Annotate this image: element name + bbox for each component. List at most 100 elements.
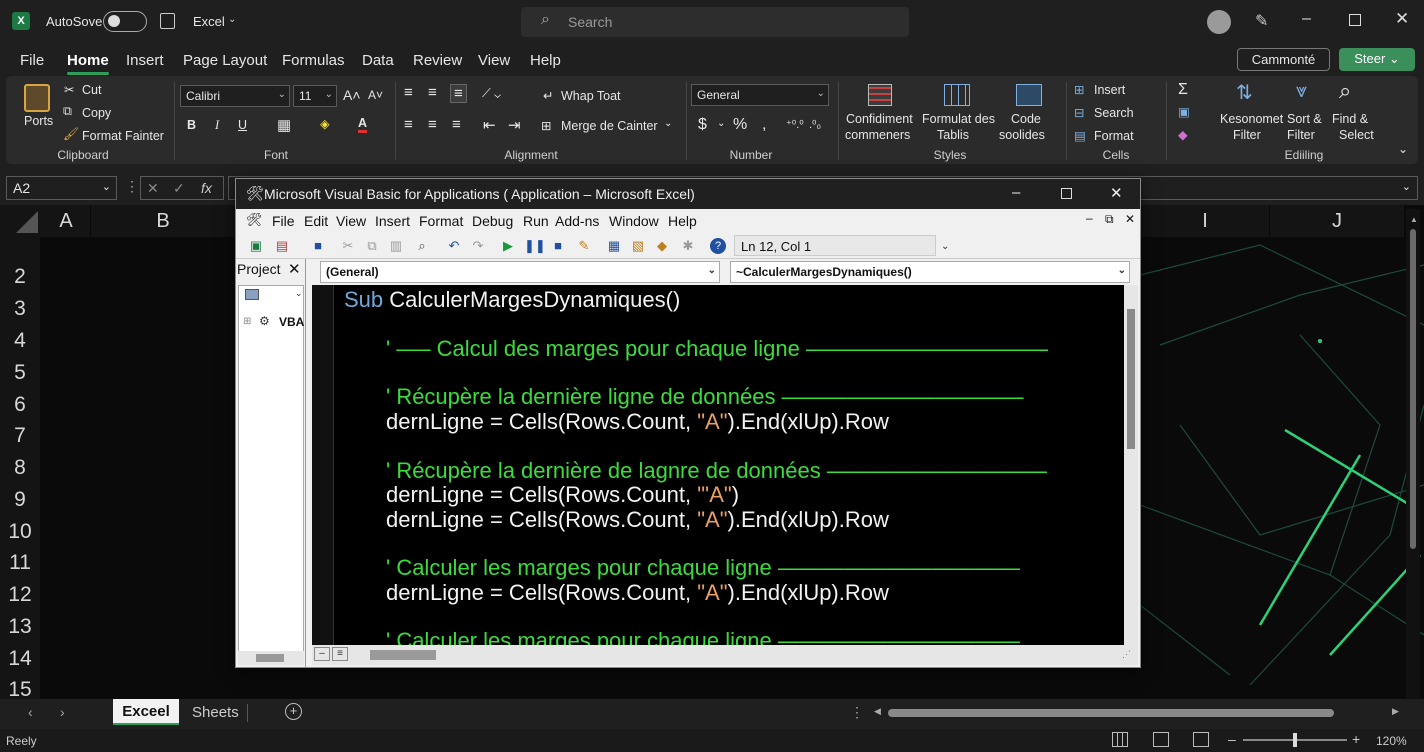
break-icon[interactable]: ❚❚ (524, 238, 546, 254)
code-scroll-thumb[interactable] (1127, 309, 1135, 449)
tab-file[interactable]: File (20, 52, 44, 69)
align-middle-icon[interactable]: ≡ (428, 84, 437, 101)
vba-menu-file[interactable]: File (272, 213, 295, 229)
decrease-decimal-icon[interactable]: .⁰₀ (809, 118, 821, 131)
share-button[interactable]: Steer ⌄ (1339, 48, 1415, 71)
tab-page-layout[interactable]: Page Layout (183, 52, 267, 69)
italic-button[interactable]: I (215, 118, 219, 133)
vba-project-item[interactable]: VBA (279, 315, 304, 329)
cell-styles-button[interactable]: Code (1011, 112, 1041, 126)
fill-icon[interactable]: ▣ (1178, 104, 1190, 119)
sort-button[interactable]: Sort & (1287, 112, 1322, 126)
chevron-down-icon[interactable]: ⌄ (228, 14, 236, 25)
chevron-right-icon[interactable]: › (60, 704, 65, 720)
row-header[interactable]: 9 (0, 488, 40, 512)
tab-view[interactable]: View (478, 52, 510, 69)
normal-view-icon[interactable] (1112, 732, 1128, 747)
format-as-table-button-l2[interactable]: Tablis (937, 128, 969, 142)
vba-menu-window[interactable]: Window (609, 213, 659, 229)
properties-icon[interactable]: ▧ (630, 238, 646, 254)
find-select-button-l2[interactable]: Select (1339, 128, 1374, 142)
cancel-icon[interactable]: ✕ (147, 180, 159, 197)
tab-home[interactable]: Home (67, 52, 109, 75)
vba-menu-help[interactable]: Help (668, 213, 697, 229)
excel-view-icon[interactable]: ▣ (248, 238, 264, 254)
avatar[interactable] (1207, 10, 1231, 34)
align-right-icon[interactable]: ≡ (452, 116, 461, 133)
row-header[interactable]: 11 (0, 551, 40, 575)
more-icon[interactable]: ⋮ (850, 704, 864, 721)
font-name-select[interactable]: Calibri ⌄ (180, 85, 290, 107)
row-header[interactable]: 2 (0, 265, 40, 289)
vba-menu-format[interactable]: Format (419, 213, 463, 229)
number-format-select[interactable]: General ⌄ (691, 84, 829, 106)
insert-module-icon[interactable]: ▤ (274, 238, 290, 254)
chevron-down-icon[interactable]: ⌄ (295, 288, 303, 299)
minimize-icon[interactable]: – (1012, 184, 1020, 201)
more-icon[interactable]: ⋮ (125, 178, 139, 195)
pen-icon[interactable]: ✎ (1255, 11, 1268, 31)
project-scrollbar[interactable] (238, 651, 304, 665)
row-header[interactable]: 14 (0, 647, 40, 671)
increase-indent-icon[interactable]: ⇥ (508, 116, 521, 134)
zoom-out-icon[interactable]: – (1228, 731, 1236, 747)
column-header-a[interactable]: A (42, 205, 90, 237)
close-icon[interactable]: ✕ (1125, 212, 1135, 226)
paste-icon[interactable] (24, 84, 50, 112)
enter-icon[interactable]: ✓ (173, 180, 185, 197)
collapse-ribbon-icon[interactable]: ⌄ (1398, 142, 1408, 156)
undo-icon[interactable]: ↶ (446, 238, 462, 254)
toolbar-options-icon[interactable]: ⌄ (941, 241, 949, 252)
full-module-view-icon[interactable]: ≡ (332, 647, 348, 661)
zoom-level[interactable]: 120% (1376, 734, 1407, 748)
vba-menu-debug[interactable]: Debug (472, 213, 513, 229)
tab-formulas[interactable]: Formulas (282, 52, 345, 69)
function-button[interactable]: fx (201, 180, 212, 196)
autosum-button[interactable]: Σ (1178, 81, 1188, 99)
tab-data[interactable]: Data (362, 52, 394, 69)
sheet-tab[interactable]: Sheets (192, 704, 239, 721)
row-header[interactable]: 4 (0, 329, 40, 353)
chevron-left-icon[interactable]: ‹ (28, 704, 33, 720)
clear-icon[interactable]: ◆ (1178, 127, 1188, 142)
chevron-down-icon[interactable]: ⌄ (1402, 180, 1411, 193)
paste-button[interactable]: Ports (24, 114, 53, 128)
row-header[interactable]: 13 (0, 615, 40, 639)
increase-decimal-icon[interactable]: ⁺⁰.⁰ (786, 118, 804, 131)
align-bottom-icon[interactable]: ≡ (450, 84, 467, 103)
cut-icon[interactable]: ✂ (340, 238, 356, 254)
toolbox-icon[interactable]: ✱ (680, 238, 696, 254)
chevron-down-icon[interactable]: ⌄ (717, 118, 725, 129)
minimize-icon[interactable]: – (1302, 10, 1311, 28)
wrap-text-button[interactable]: Whap Toat (561, 89, 621, 103)
expand-icon[interactable]: ⊞ (243, 316, 251, 327)
view-code-icon[interactable] (245, 289, 259, 300)
decrease-indent-icon[interactable]: ⇤ (483, 116, 496, 134)
sort-button-l2[interactable]: Filter (1287, 128, 1315, 142)
vba-menu-insert[interactable]: Insert (375, 213, 410, 229)
orientation-icon[interactable]: ⟋ ⌄ (482, 86, 501, 101)
close-icon[interactable]: ✕ (288, 260, 301, 278)
row-header[interactable]: 12 (0, 583, 40, 607)
name-box[interactable]: A2 ⌄ (6, 176, 117, 200)
find-icon[interactable]: ⌕ (414, 238, 430, 254)
close-icon[interactable]: ✕ (1110, 184, 1123, 202)
font-color-icon[interactable]: A (358, 116, 368, 133)
restore-icon[interactable] (1349, 14, 1361, 26)
save-icon[interactable]: ■ (310, 238, 326, 254)
project-explorer-icon[interactable]: ▦ (606, 238, 622, 254)
align-center-icon[interactable]: ≡ (428, 116, 437, 133)
page-layout-view-icon[interactable] (1153, 732, 1169, 747)
code-horizontal-scrollbar[interactable]: – ≡ ⋰ (312, 645, 1138, 665)
chevron-down-icon[interactable]: ⌄ (664, 118, 672, 129)
page-break-view-icon[interactable] (1193, 732, 1209, 747)
save-icon[interactable] (160, 13, 175, 29)
zoom-slider[interactable] (1243, 733, 1347, 747)
find-select-button[interactable]: Find & (1332, 112, 1368, 126)
sheet-tab-active[interactable]: Exceel (113, 699, 179, 725)
shrink-font-icon[interactable]: A˅ (368, 88, 383, 102)
comma-icon[interactable]: , (762, 116, 766, 134)
delete-cells-button[interactable]: Search (1094, 106, 1134, 120)
zoom-slider-thumb[interactable] (1293, 733, 1297, 747)
cell-styles-button-l2[interactable]: soolides (999, 128, 1045, 142)
